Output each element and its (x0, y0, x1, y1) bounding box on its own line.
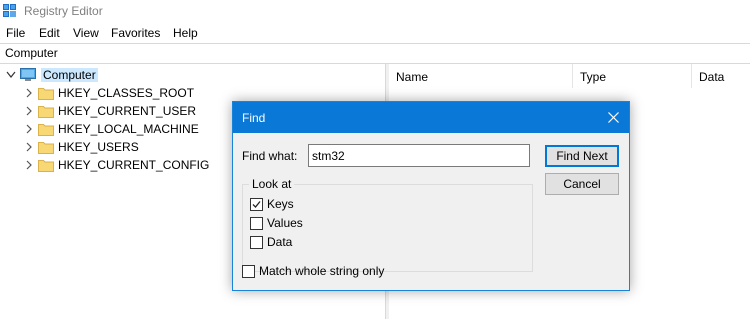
column-header-type[interactable]: Type (573, 64, 692, 88)
menu-favorites[interactable]: Favorites (111, 26, 160, 40)
chevron-right-icon[interactable] (24, 105, 34, 117)
values-checkbox[interactable] (250, 217, 263, 230)
dialog-title-bar: Find (233, 102, 629, 133)
close-button[interactable] (599, 102, 629, 133)
tree-label[interactable]: HKEY_CLASSES_ROOT (58, 86, 194, 100)
data-label[interactable]: Data (267, 235, 292, 249)
find-what-label: Find what: (242, 149, 298, 163)
tree-label[interactable]: HKEY_CURRENT_USER (58, 104, 196, 118)
keys-label[interactable]: Keys (267, 197, 294, 211)
close-icon (608, 112, 619, 123)
find-what-input[interactable]: stm32 (308, 144, 530, 167)
look-at-label: Look at (249, 177, 295, 191)
folder-icon (38, 158, 54, 172)
chevron-right-icon[interactable] (24, 87, 34, 99)
keys-checkbox[interactable] (250, 198, 263, 211)
tree-label[interactable]: HKEY_USERS (58, 140, 139, 154)
tree-label-computer[interactable]: Computer (41, 68, 98, 82)
folder-icon (38, 140, 54, 154)
title-bar: Registry Editor (0, 0, 750, 22)
values-label[interactable]: Values (267, 216, 303, 230)
checkmark-icon (252, 201, 261, 208)
match-whole-label[interactable]: Match whole string only (259, 264, 384, 278)
find-dialog: Find Find what: stm32 Find Next Cancel L… (232, 101, 630, 291)
computer-icon (20, 68, 36, 82)
dialog-title: Find (242, 111, 266, 125)
tree-label[interactable]: HKEY_CURRENT_CONFIG (58, 158, 209, 172)
match-whole-checkbox[interactable] (242, 265, 255, 278)
registry-editor-icon (3, 4, 17, 18)
folder-icon (38, 122, 54, 136)
find-next-button[interactable]: Find Next (545, 145, 619, 167)
chevron-right-icon[interactable] (24, 123, 34, 135)
tree-node-computer[interactable]: Computer (6, 66, 306, 84)
match-whole-row[interactable]: Match whole string only (242, 264, 442, 280)
menu-help[interactable]: Help (173, 26, 198, 40)
chevron-right-icon[interactable] (24, 141, 34, 153)
address-path[interactable]: Computer (5, 46, 58, 60)
values-checkbox-row[interactable]: Values (250, 216, 370, 232)
window-title: Registry Editor (24, 4, 103, 18)
column-header-name[interactable]: Name (389, 64, 573, 88)
chevron-right-icon[interactable] (24, 159, 34, 171)
keys-checkbox-row[interactable]: Keys (250, 197, 370, 213)
folder-icon (38, 86, 54, 100)
address-bar[interactable]: Computer (0, 43, 750, 64)
look-at-group: Look at Keys Values Data (242, 177, 533, 272)
tree-label[interactable]: HKEY_LOCAL_MACHINE (58, 122, 199, 136)
data-checkbox[interactable] (250, 236, 263, 249)
find-what-value[interactable]: stm32 (312, 149, 345, 163)
menu-file[interactable]: File (6, 26, 25, 40)
folder-icon (38, 104, 54, 118)
cancel-button[interactable]: Cancel (545, 173, 619, 195)
menu-bar: File Edit View Favorites Help (0, 22, 750, 43)
menu-edit[interactable]: Edit (39, 26, 60, 40)
column-header-data[interactable]: Data (692, 64, 750, 88)
data-checkbox-row[interactable]: Data (250, 235, 370, 251)
tree-node-hkey-classes-root[interactable]: HKEY_CLASSES_ROOT (24, 84, 324, 102)
chevron-down-icon[interactable] (6, 69, 16, 81)
menu-view[interactable]: View (73, 26, 99, 40)
